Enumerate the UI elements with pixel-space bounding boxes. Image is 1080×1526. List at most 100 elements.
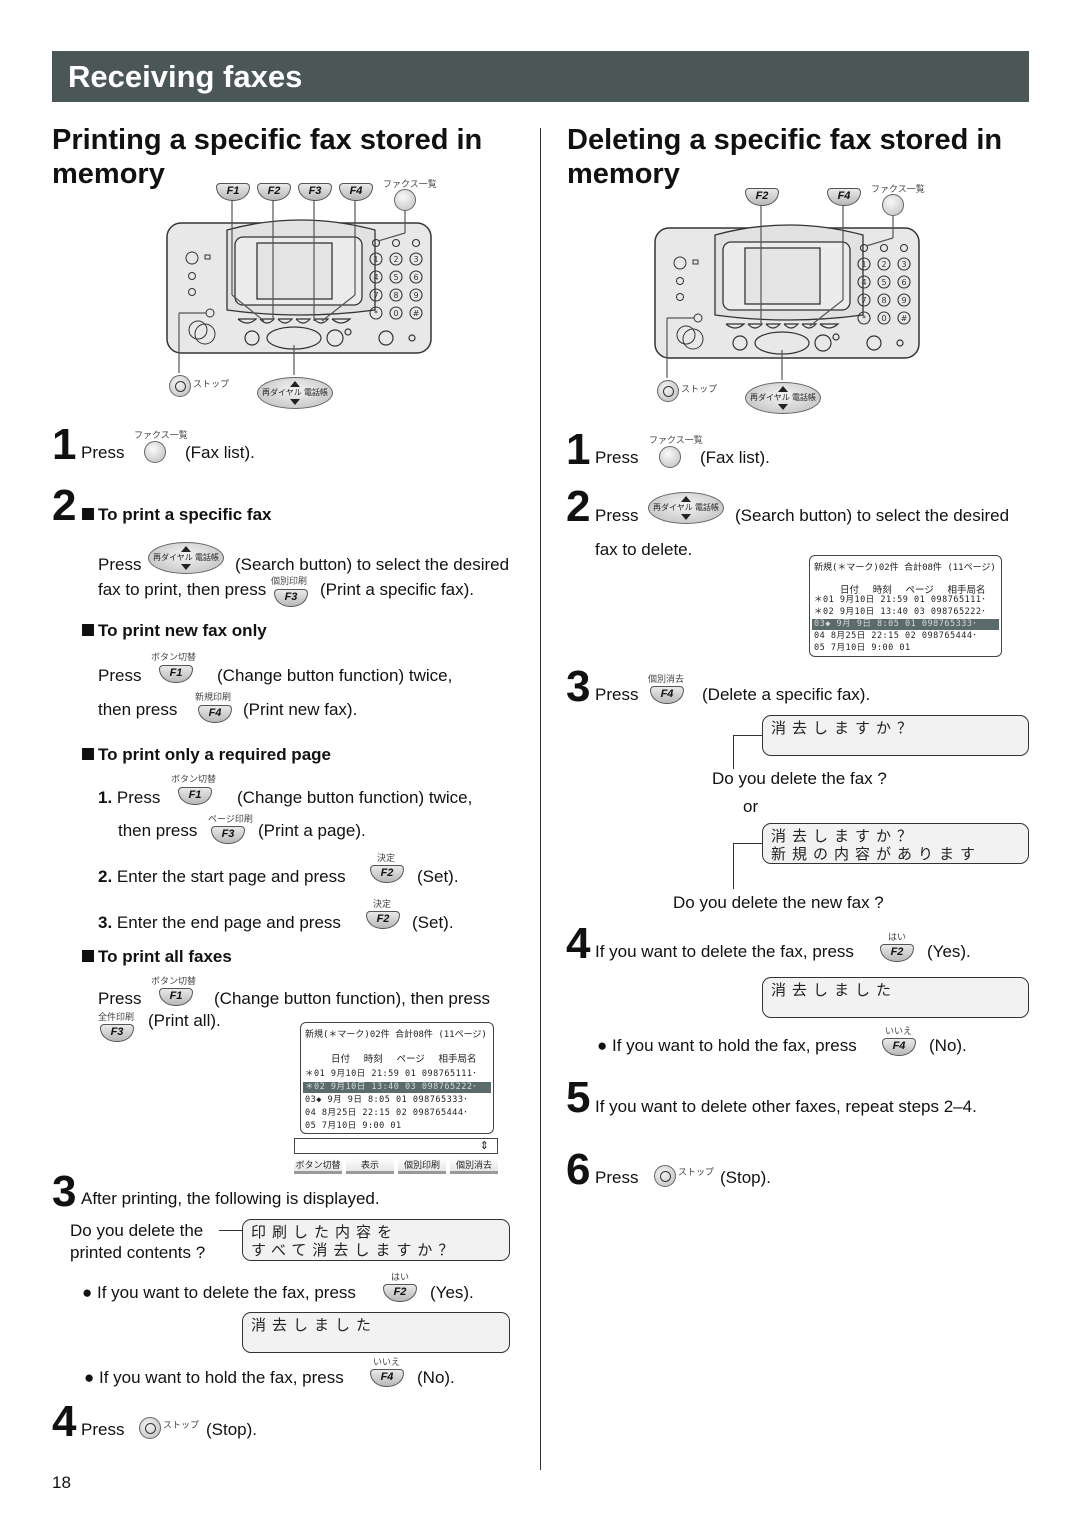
step-text: fax to delete. [595, 540, 693, 559]
fax-list-button-icon [882, 194, 904, 216]
f2-key-icon: F2 [366, 911, 400, 929]
svg-text:4: 4 [861, 278, 866, 287]
svg-text:7: 7 [861, 296, 866, 305]
svg-text:6: 6 [413, 273, 418, 282]
key-jp-label: 全件印刷 [98, 1012, 135, 1022]
svg-text:*: * [862, 314, 866, 323]
svg-text:1: 1 [861, 260, 866, 269]
step-text: Press [81, 1420, 125, 1439]
leader-line [219, 1230, 242, 1231]
step-number: 6 [566, 1145, 591, 1194]
fax-list-button-icon [659, 446, 681, 468]
bullet-text: ● If you want to hold the fax, press [84, 1368, 344, 1387]
step-text: (Change button function) twice, [237, 788, 473, 807]
bullet-text: ● If you want to hold the fax, press [597, 1036, 857, 1055]
step-text: (Change button function), then press [214, 989, 490, 1008]
fax-list-columns: 日付 時刻 ページ 相手局名 [331, 1054, 477, 1065]
search-button-icon: 再ダイヤル 電話帳 [648, 492, 724, 524]
key-jp-label: はい [391, 1272, 410, 1282]
fax-list-label: ファクス一覧 [134, 430, 188, 440]
step-text: (Set). [417, 867, 459, 886]
fax-list-row: 04 8月25日 22:15 02 098765444･ [814, 631, 978, 641]
bullet-text: ● If you want to delete the fax, press [82, 1283, 356, 1302]
svg-text:9: 9 [901, 296, 906, 305]
step-text: If you want to delete other faxes, repea… [595, 1097, 977, 1116]
fax-list-header: 新規(＊マーク)02件 合計08件 (11ページ) [814, 563, 996, 573]
step-text: (Change button function) twice, [217, 666, 453, 685]
step-text: (No). [417, 1368, 455, 1387]
lcd-display: 消去しました [242, 1312, 510, 1353]
lcd-display: 消去しました [762, 977, 1029, 1018]
fax-list-row: ＊01 9月10日 21:59 01 098765111･ [814, 595, 987, 605]
svg-text:1: 1 [373, 255, 378, 264]
fax-list-row-selected: ＊02 9月10日 13:40 03 098765222･ [303, 1082, 491, 1093]
svg-text:3: 3 [413, 255, 418, 264]
subheading: To print only a required page [82, 745, 331, 765]
search-button-icon: 再ダイヤル 電話帳 [148, 542, 224, 574]
f3-key-icon: F3 [100, 1024, 134, 1042]
step-number: 1 [52, 420, 77, 469]
step-text: Press [595, 506, 639, 525]
step-text: (Stop). [206, 1420, 258, 1439]
step-text: (Fax list). [185, 443, 255, 462]
fax-machine-diagram-print: 123 456 789 * 0 # F1 F2 F3 F4 ファクス一覧 ストップ … [160, 175, 450, 415]
step-text: 1. Press [98, 788, 161, 807]
fax-list-row: 05 7月10日 9:00 01 [305, 1121, 402, 1131]
step-text: 3. Enter the end page and press [98, 913, 341, 932]
fax-list-header: 新規(＊マーク)02件 合計08件 (11ページ) [305, 1030, 487, 1040]
step-text: (Search button) to select the desired [235, 555, 510, 574]
stop-label: ストップ [678, 1167, 715, 1177]
softkey-row: ボタン切替 表示 個別印刷 個別消去 [294, 1158, 498, 1174]
svg-text:6: 6 [901, 278, 906, 287]
subheading: To print all faxes [82, 947, 232, 967]
softkey-label: 個別消去 [450, 1158, 498, 1174]
scroll-arrows-icon: ⇕ [479, 1140, 489, 1152]
step-text: (Print all). [148, 1011, 221, 1030]
svg-text:5: 5 [393, 273, 398, 282]
key-jp-label: いいえ [885, 1026, 913, 1036]
step-number: 5 [566, 1073, 591, 1122]
f2-key-icon: F2 [880, 944, 914, 962]
step-text: 2. Enter the start page and press [98, 867, 346, 886]
key-jp-label: 個別印刷 [271, 576, 308, 586]
fax-list-label: ファクス一覧 [649, 435, 703, 445]
fax-list-button-icon [144, 441, 166, 463]
svg-text:0: 0 [393, 309, 398, 318]
f3-key-icon: F3 [211, 826, 245, 844]
fax-list-label: ファクス一覧 [871, 184, 925, 194]
square-bullet-icon [82, 508, 94, 520]
svg-text:2: 2 [393, 255, 398, 264]
key-jp-label: ボタン切替 [151, 652, 197, 662]
leader-line [733, 843, 762, 844]
lcd-display: 消去しますか？ [762, 715, 1029, 756]
section-header-bar: Receiving faxes [52, 51, 1029, 102]
subheading: To print a specific fax [82, 505, 272, 525]
square-bullet-icon [82, 748, 94, 760]
step-number: 4 [52, 1397, 77, 1446]
step-number: 4 [566, 919, 591, 968]
lcd-display: 印刷した内容を すべて消去しますか？ [242, 1219, 510, 1261]
section-title: Receiving faxes [68, 59, 303, 94]
step-text: (Yes). [927, 942, 971, 961]
key-jp-label: ボタン切替 [151, 976, 197, 986]
svg-text:7: 7 [373, 291, 378, 300]
f4-key-icon: F4 [650, 686, 684, 704]
stop-label: ストップ [163, 1420, 200, 1430]
scroll-bar: ⇕ [294, 1138, 498, 1154]
softkey-label: 表示 [346, 1158, 394, 1174]
step-text: (Search button) to select the desired [735, 506, 1010, 525]
fax-list-screen: 新規(＊マーク)02件 合計08件 (11ページ) 日付 時刻 ページ 相手局名… [809, 555, 1002, 657]
leader-line [733, 843, 734, 889]
square-bullet-icon [82, 950, 94, 962]
fax-list-label: ファクス一覧 [383, 179, 437, 189]
step-number: 2 [52, 481, 77, 530]
step-text: After printing, the following is display… [81, 1189, 380, 1208]
stop-button-icon [169, 375, 191, 397]
f2-key-icon: F2 [370, 865, 404, 883]
step-number: 2 [566, 482, 591, 531]
key-jp-label: いいえ [373, 1357, 401, 1367]
f1-key-icon: F1 [159, 665, 193, 683]
step-text: (Stop). [720, 1168, 772, 1187]
svg-text:8: 8 [881, 296, 886, 305]
fax-list-button-icon [394, 189, 416, 211]
